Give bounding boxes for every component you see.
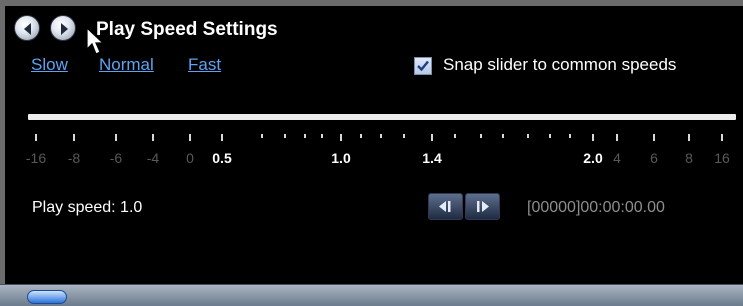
scale-label: 0.5 <box>212 150 232 166</box>
slider-tick <box>454 134 456 138</box>
scale-label: -6 <box>109 150 123 166</box>
slider-tick <box>189 134 191 141</box>
snap-checkbox[interactable] <box>414 57 432 75</box>
slider-tick <box>592 134 594 141</box>
slider-tick <box>653 134 655 141</box>
slider-tick <box>527 134 529 138</box>
step-forward-button[interactable] <box>465 193 500 220</box>
slider-tick <box>688 134 690 141</box>
scale-label: 6 <box>650 150 658 166</box>
slider-tick <box>340 134 342 141</box>
step-back-button[interactable] <box>428 193 463 220</box>
scale-label: 0 <box>186 150 194 166</box>
scale-label: -16 <box>25 150 47 166</box>
frame-step-controls <box>428 193 500 220</box>
preset-fast-link[interactable]: Fast <box>188 55 221 75</box>
back-button[interactable] <box>14 15 40 41</box>
scale-label: 8 <box>685 150 693 166</box>
scale-label: 1.0 <box>331 150 351 166</box>
slider-tick <box>502 134 504 138</box>
scale-label: 4 <box>613 150 621 166</box>
preset-slow-link[interactable]: Slow <box>31 55 68 75</box>
scale-label: 2.0 <box>583 150 603 166</box>
forward-arrow-icon <box>61 23 68 35</box>
slider-tick <box>73 134 75 141</box>
slider-tick <box>304 134 306 138</box>
slider-tick <box>360 134 362 138</box>
window-frame-left <box>0 0 5 284</box>
slider-tick <box>380 134 382 138</box>
snap-label: Snap slider to common speeds <box>443 55 677 74</box>
scale-label: 1.4 <box>422 150 442 166</box>
horizontal-scrollbar[interactable] <box>0 284 743 306</box>
window-frame-top <box>0 0 743 6</box>
slider-tick <box>616 134 618 141</box>
slider-tick <box>115 134 117 141</box>
scale-label: -4 <box>146 150 160 166</box>
timecode-display: [00000]00:00:00.00 <box>527 199 665 216</box>
step-forward-icon <box>477 201 489 212</box>
slider-tick <box>549 134 551 138</box>
back-arrow-icon <box>24 23 31 35</box>
preset-normal-link[interactable]: Normal <box>99 55 154 75</box>
scale-label: -8 <box>67 150 81 166</box>
slider-tick <box>403 134 405 138</box>
slider-tick <box>35 134 37 141</box>
slider-tick <box>569 134 571 138</box>
slider-tick <box>721 134 723 141</box>
slider-tick <box>221 134 223 141</box>
slider-tick <box>284 134 286 138</box>
checkmark-icon <box>417 60 429 72</box>
play-speed-readout: Play speed: 1.0 <box>32 199 143 216</box>
page-title: Play Speed Settings <box>96 19 278 40</box>
scrollbar-thumb[interactable] <box>27 290 67 304</box>
slider-tick <box>152 134 154 141</box>
slider-tick <box>321 134 323 138</box>
forward-button[interactable] <box>50 15 76 41</box>
step-back-icon <box>439 201 451 212</box>
slider-tick <box>480 134 482 138</box>
slider-tick <box>431 134 433 141</box>
speed-slider-track[interactable] <box>28 114 736 120</box>
slider-tick <box>261 134 263 138</box>
scale-label: 16 <box>714 150 730 166</box>
